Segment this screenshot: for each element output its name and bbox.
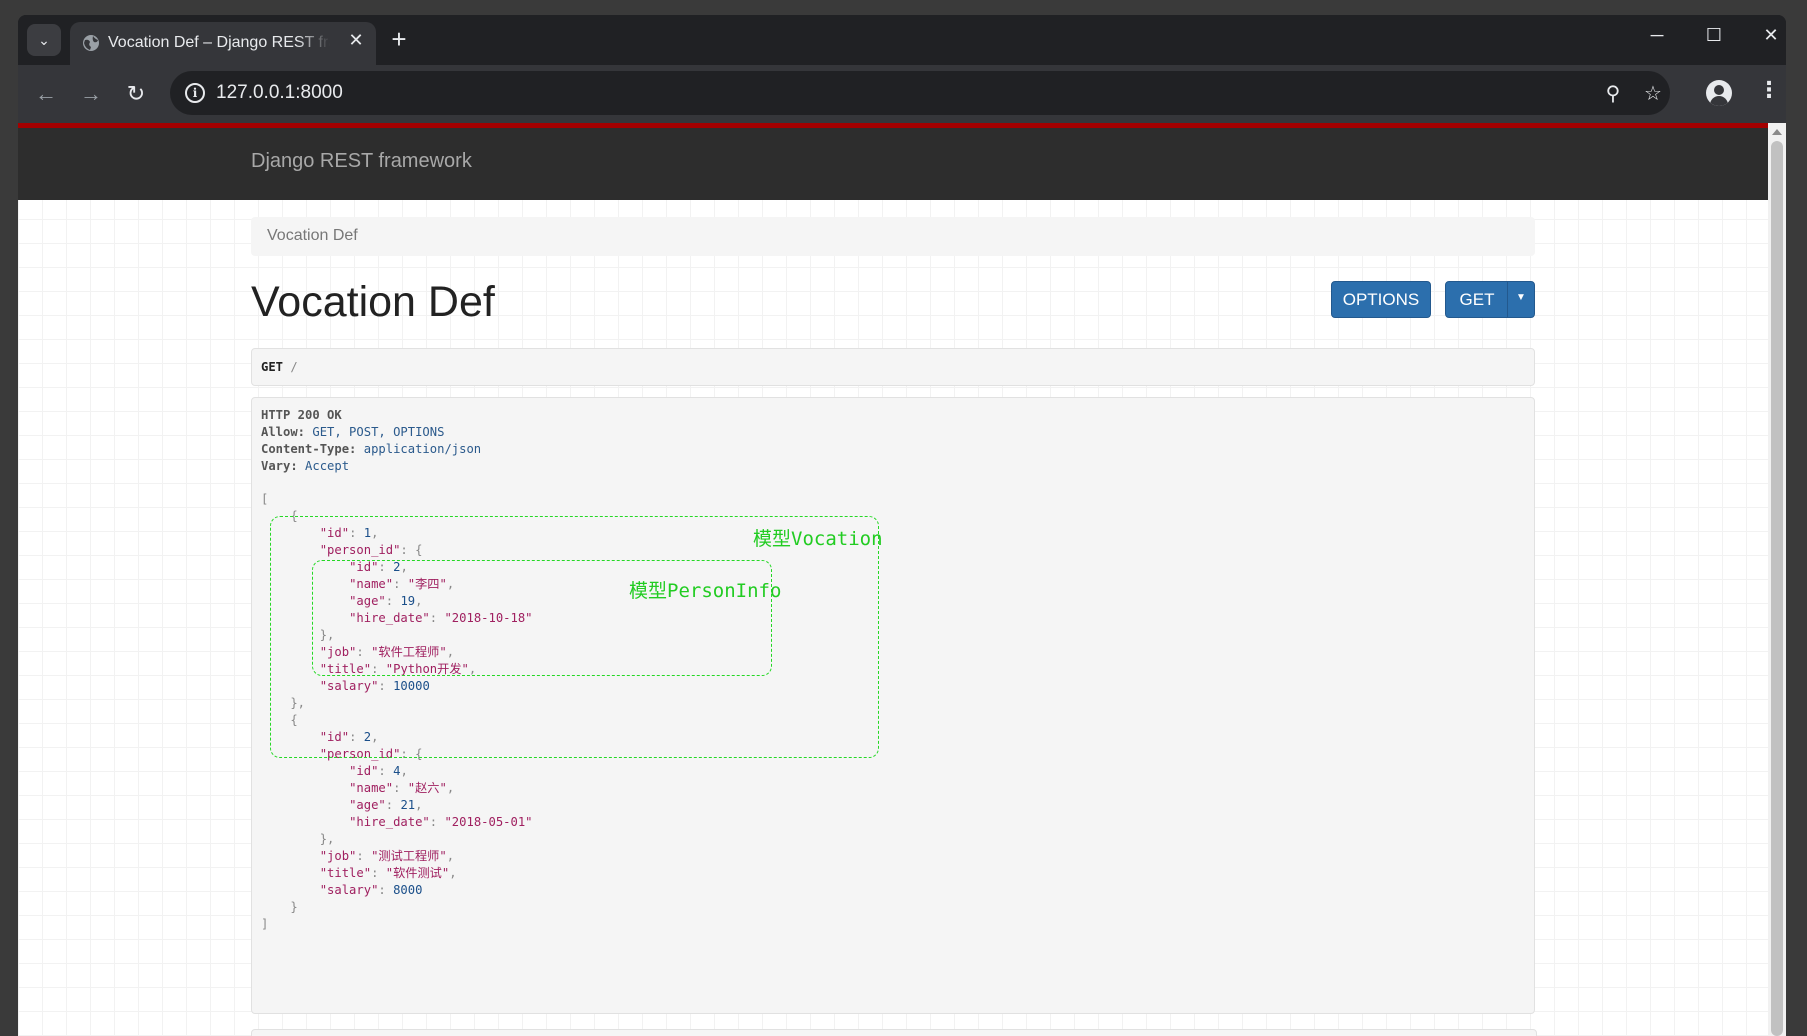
tab-search-button[interactable]: ⌄ — [27, 24, 61, 56]
drf-navbar: Django REST framework — [18, 123, 1786, 200]
chevron-down-icon: ⌄ — [38, 31, 50, 48]
json-value: "2018-05-01" — [444, 815, 533, 829]
json-value: "测试工程师" — [371, 849, 447, 863]
header-value: GET, POST, OPTIONS — [312, 425, 445, 439]
page-viewport: Django REST framework Vocation Def Vocat… — [18, 123, 1786, 1036]
browser-window: ⌄ Vocation Def – Django REST framework ✕… — [18, 15, 1786, 1036]
get-button-label: GET — [1459, 290, 1495, 309]
site-info-icon[interactable]: i — [185, 83, 205, 103]
request-method: GET — [261, 360, 284, 374]
breadcrumb-item[interactable]: Vocation Def — [267, 227, 358, 245]
json-value: 21 — [400, 798, 416, 812]
forward-icon[interactable]: → — [77, 81, 105, 107]
bookmark-star-icon[interactable]: ☆ — [1640, 81, 1666, 106]
header-name: Content-Type: — [261, 442, 357, 456]
tab-title: Vocation Def – Django REST framework — [108, 34, 330, 51]
header-value: Accept — [305, 459, 350, 473]
request-info: GET / — [251, 348, 1535, 386]
header-name: Vary: — [261, 459, 298, 473]
profile-icon[interactable] — [1706, 80, 1732, 106]
zoom-icon[interactable]: ⚲ — [1600, 81, 1626, 106]
tab-close-icon[interactable]: ✕ — [345, 30, 367, 51]
options-button[interactable]: OPTIONS — [1331, 281, 1431, 318]
browser-toolbar: ← → ↻ i 127.0.0.1:8000 ⚲ ☆ ⋮ — [18, 65, 1786, 123]
get-button[interactable]: GET ▼ — [1445, 281, 1535, 318]
browser-menu-icon[interactable]: ⋮ — [1758, 77, 1780, 103]
header-name: Allow: — [261, 425, 306, 439]
tab-strip: ⌄ Vocation Def – Django REST framework ✕… — [18, 15, 1786, 65]
json-value: "赵六" — [407, 781, 447, 795]
response-status: HTTP 200 OK — [261, 408, 342, 422]
back-icon[interactable]: ← — [32, 81, 60, 107]
header-value: application/json — [363, 442, 482, 456]
request-path: / — [290, 360, 298, 374]
scrollbar-thumb[interactable] — [1771, 141, 1783, 1036]
brand-link[interactable]: Django REST framework — [251, 150, 472, 173]
globe-icon — [83, 35, 99, 51]
json-value: "软件测试" — [385, 866, 450, 880]
scroll-up-icon[interactable] — [1772, 129, 1782, 135]
new-tab-button[interactable]: + — [384, 25, 414, 53]
address-bar[interactable]: i 127.0.0.1:8000 ⚲ ☆ — [170, 71, 1670, 115]
caret-down-icon[interactable]: ▼ — [1508, 292, 1534, 303]
minimize-icon[interactable]: ─ — [1642, 25, 1672, 46]
personinfo-model-label: 模型PersonInfo — [629, 580, 782, 602]
browser-tab[interactable]: Vocation Def – Django REST framework ✕ — [70, 22, 376, 65]
response-info: HTTP 200 OK Allow: GET, POST, OPTIONS Co… — [251, 397, 1535, 1014]
window-close-icon[interactable]: ✕ — [1756, 25, 1786, 46]
breadcrumb: Vocation Def — [251, 217, 1535, 256]
vertical-scrollbar[interactable] — [1768, 123, 1786, 1036]
reload-icon[interactable]: ↻ — [122, 81, 150, 107]
url-text[interactable]: 127.0.0.1:8000 — [216, 82, 343, 104]
json-value: 8000 — [393, 883, 423, 897]
page-title: Vocation Def — [251, 278, 495, 326]
maximize-icon[interactable]: ☐ — [1699, 25, 1729, 46]
content-form-panel — [251, 1029, 1537, 1036]
vocation-model-label: 模型Vocation — [753, 528, 883, 550]
